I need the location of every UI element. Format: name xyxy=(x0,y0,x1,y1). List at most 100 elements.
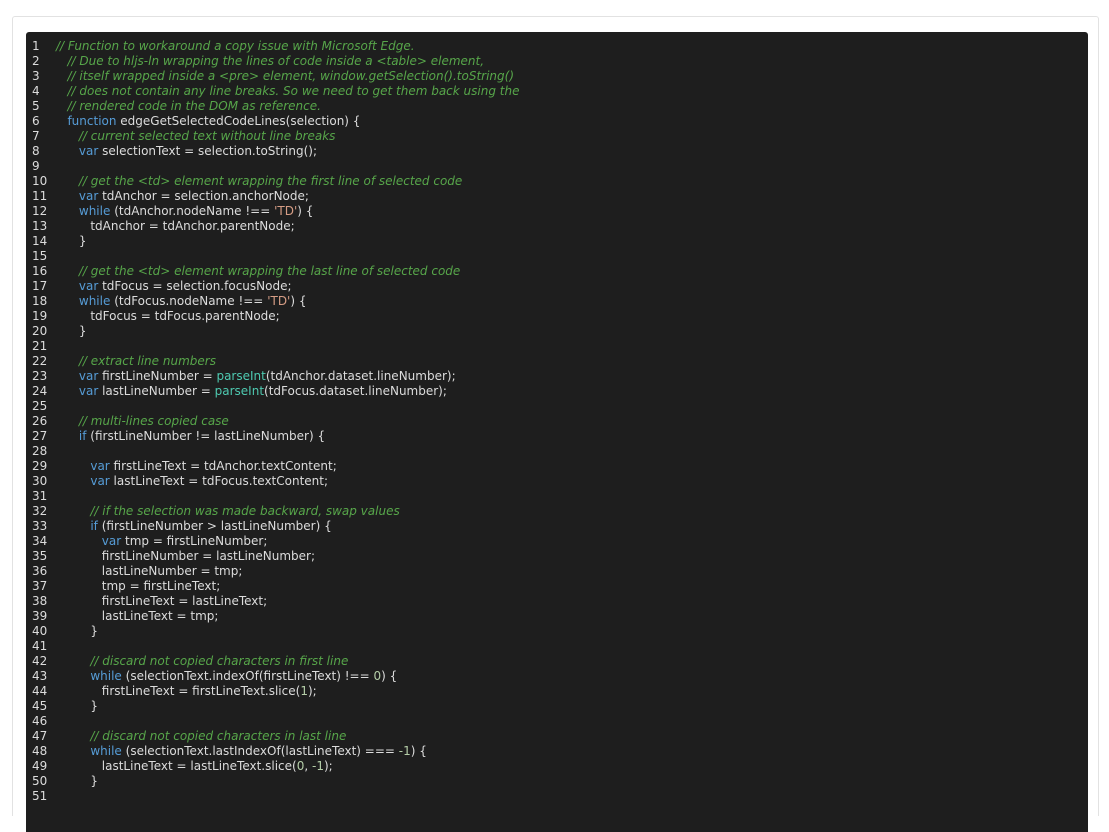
line-content: // extract line numbers xyxy=(56,354,1088,369)
code-line: 17 var tdFocus = selection.focusNode; xyxy=(26,279,1088,294)
code-token-comment: // get the <td> element wrapping the fir… xyxy=(78,174,463,188)
code-token-keyword: var xyxy=(78,369,99,383)
code-token-plain: firstLineNumber = lastLineNumber; xyxy=(56,549,316,563)
code-token-plain: (selectionText.indexOf(firstLineText) !=… xyxy=(121,669,374,683)
code-block[interactable]: 1 // Function to workaround a copy issue … xyxy=(26,32,1088,832)
line-content: while (selectionText.lastIndexOf(lastLin… xyxy=(56,744,1088,759)
line-content: } xyxy=(56,234,1088,249)
code-token-plain: (tdFocus.nodeName !== xyxy=(110,294,268,308)
code-line: 19 tdFocus = tdFocus.parentNode; xyxy=(26,309,1088,324)
line-number: 15 xyxy=(32,249,48,263)
line-number: 42 xyxy=(32,654,48,668)
line-number: 37 xyxy=(32,579,48,593)
code-token-plain: lastLineNumber = xyxy=(98,384,215,398)
line-number: 40 xyxy=(32,624,48,638)
code-token-plain: ); xyxy=(323,759,333,773)
line-number: 45 xyxy=(32,699,48,713)
code-line: 15 xyxy=(26,249,1088,264)
code-line: 30 var lastLineText = tdFocus.textConten… xyxy=(26,474,1088,489)
line-number: 12 xyxy=(32,204,48,218)
code-line: 33 if (firstLineNumber > lastLineNumber)… xyxy=(26,519,1088,534)
code-line: 38 firstLineText = lastLineText; xyxy=(26,594,1088,609)
code-line: 45 } xyxy=(26,699,1088,714)
line-content xyxy=(56,714,1088,729)
code-line: 18 while (tdFocus.nodeName !== 'TD') { xyxy=(26,294,1088,309)
line-content: if (firstLineNumber > lastLineNumber) { xyxy=(56,519,1088,534)
line-number: 35 xyxy=(32,549,48,563)
code-token-plain: ) { xyxy=(381,669,398,683)
line-content: // Function to workaround a copy issue w… xyxy=(56,39,1088,54)
line-number: 48 xyxy=(32,744,48,758)
code-line: 6 function edgeGetSelectedCodeLines(sele… xyxy=(26,114,1088,129)
line-number: 4 xyxy=(32,84,40,98)
line-content: var lastLineText = tdFocus.textContent; xyxy=(56,474,1088,489)
code-token-plain: tmp = firstLineNumber; xyxy=(121,534,268,548)
code-line: 3 // itself wrapped inside a <pre> eleme… xyxy=(26,69,1088,84)
code-token-plain: (firstLineNumber > lastLineNumber) { xyxy=(97,519,332,533)
line-content: // if the selection was made backward, s… xyxy=(56,504,1088,519)
code-token-plain: , xyxy=(304,759,312,773)
code-line: 44 firstLineText = firstLineText.slice(1… xyxy=(26,684,1088,699)
line-content: lastLineText = lastLineText.slice(0, -1)… xyxy=(56,759,1088,774)
code-token-keyword: while xyxy=(90,744,122,758)
line-content: if (firstLineNumber != lastLineNumber) { xyxy=(56,429,1088,444)
line-content: lastLineText = tmp; xyxy=(56,609,1088,624)
code-token-plain: firstLineText = tdAnchor.textContent; xyxy=(109,459,337,473)
code-token-keyword: var xyxy=(90,459,110,473)
line-number: 14 xyxy=(32,234,48,248)
code-token-comment: // rendered code in the DOM as reference… xyxy=(67,99,321,113)
code-token-plain: ); xyxy=(307,684,317,698)
code-line: 13 tdAnchor = tdAnchor.parentNode; xyxy=(26,219,1088,234)
code-token-plain: lastLineNumber = tmp; xyxy=(56,564,243,578)
code-token-plain: tdFocus = tdFocus.parentNode; xyxy=(56,309,280,323)
line-number: 18 xyxy=(32,294,48,308)
line-number: 2 xyxy=(32,54,40,68)
code-card: 1 // Function to workaround a copy issue … xyxy=(12,16,1099,832)
code-line: 1 // Function to workaround a copy issue … xyxy=(26,39,1088,54)
line-number: 44 xyxy=(32,684,48,698)
line-number: 41 xyxy=(32,639,48,653)
code-line: 39 lastLineText = tmp; xyxy=(26,609,1088,624)
line-content xyxy=(56,489,1088,504)
code-token-comment: // current selected text without line br… xyxy=(78,129,336,143)
line-content: // discard not copied characters in last… xyxy=(56,729,1088,744)
line-content: } xyxy=(56,699,1088,714)
code-line: 25 xyxy=(26,399,1088,414)
code-token-comment: // itself wrapped inside a <pre> element… xyxy=(67,69,515,83)
code-token-comment: // multi-lines copied case xyxy=(78,414,229,428)
line-number: 22 xyxy=(32,354,48,368)
code-token-plain: ) { xyxy=(410,744,427,758)
code-token-plain: } xyxy=(56,774,98,788)
line-number: 34 xyxy=(32,534,48,548)
line-content: var firstLineNumber = parseInt(tdAnchor.… xyxy=(56,369,1088,384)
line-number: 27 xyxy=(32,429,48,443)
line-content: function edgeGetSelectedCodeLines(select… xyxy=(56,114,1088,129)
line-number: 6 xyxy=(32,114,40,128)
line-content: // discard not copied characters in firs… xyxy=(56,654,1088,669)
code-token-comment: // discard not copied characters in firs… xyxy=(90,654,349,668)
line-content: lastLineNumber = tmp; xyxy=(56,564,1088,579)
code-line: 28 xyxy=(26,444,1088,459)
line-content: var firstLineText = tdAnchor.textContent… xyxy=(56,459,1088,474)
line-content xyxy=(56,249,1088,264)
code-token-comment: // extract line numbers xyxy=(78,354,216,368)
line-number: 36 xyxy=(32,564,48,578)
code-token-keyword: var xyxy=(90,474,110,488)
line-content: var tdFocus = selection.focusNode; xyxy=(56,279,1088,294)
line-number: 28 xyxy=(32,444,48,458)
code-token-number: 1 xyxy=(300,684,308,698)
code-line: 32 // if the selection was made backward… xyxy=(26,504,1088,519)
code-token-keyword: var xyxy=(78,144,99,158)
line-number: 46 xyxy=(32,714,48,728)
line-content: tmp = firstLineText; xyxy=(56,579,1088,594)
code-line: 21 xyxy=(26,339,1088,354)
